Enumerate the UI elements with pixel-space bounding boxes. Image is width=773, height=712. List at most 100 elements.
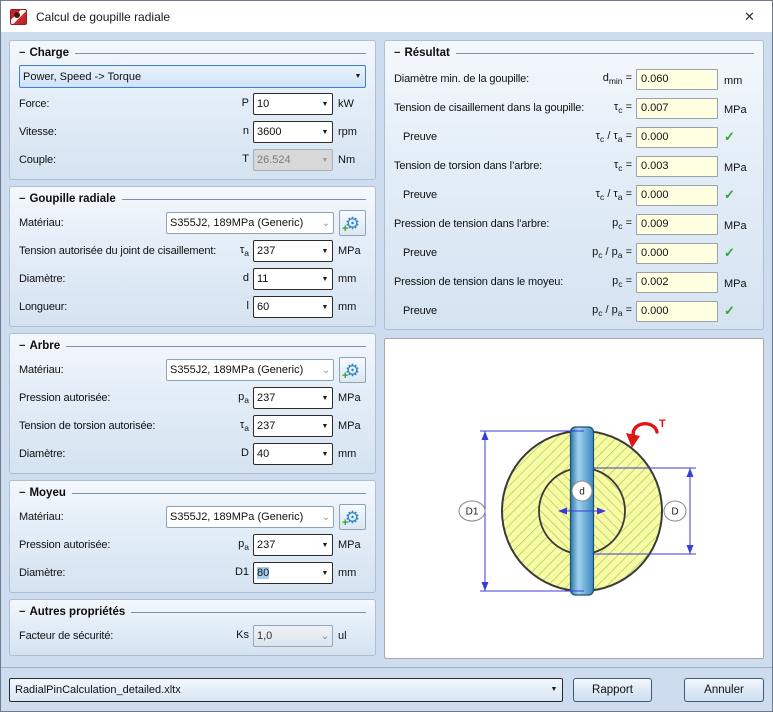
label-d: d (579, 486, 585, 497)
safety-factor-select[interactable]: 1,0 ⌄ (253, 625, 333, 647)
check-icon: ✓ (724, 129, 735, 144)
dropdown-arrow-icon: ▼ (318, 129, 332, 136)
result-row-proof-1: Preuve τc / τa = 0.000 ✓ (394, 126, 754, 148)
pin-length-input[interactable]: 60 ▼ (253, 296, 333, 318)
symbol: pa (238, 391, 249, 405)
hub-diameter-input[interactable]: 80 ▼ (253, 562, 333, 584)
result-row-pin-shear: Tension de cisaillement dans la goupille… (394, 97, 754, 119)
material-row: Matériau: S355J2, 189MPa (Generic) ⌄ ⚙ + (19, 358, 366, 382)
result-field: 0.000 (636, 127, 718, 148)
collapse-icon[interactable]: − (19, 487, 25, 499)
group-result: − Résultat Diamètre min. de la goupille:… (384, 40, 764, 330)
dropdown-arrow-icon: ▼ (318, 157, 332, 164)
label-D: D (671, 506, 678, 517)
symbol: n (243, 125, 249, 139)
check-icon: ✓ (724, 303, 735, 318)
pin-diagram: T D1 D d (388, 349, 760, 649)
symbol: τc / τa = (596, 188, 632, 202)
field-row-pin-length: Longueur: l 60 ▼ mm (19, 295, 366, 319)
group-title: Arbre (29, 340, 60, 352)
result-field: 0.009 (636, 214, 718, 235)
result-column: − Résultat Diamètre min. de la goupille:… (384, 40, 764, 659)
group-shaft-header: − Arbre (19, 338, 366, 354)
collapse-icon[interactable]: − (19, 193, 25, 205)
field-row-hub-pressure: Pression autorisée: pa 237 ▼ MPa (19, 533, 366, 557)
chevron-down-icon: ⌄ (319, 512, 333, 523)
symbol: D (241, 447, 249, 461)
hub-material-select[interactable]: S355J2, 189MPa (Generic) ⌄ (166, 506, 334, 528)
result-row-proof-3: Preuve pc / pa = 0.000 ✓ (394, 242, 754, 264)
pin-diagram-panel: T D1 D d (384, 338, 764, 659)
input-column: − Charge Power, Speed -> Torque ▼ Force:… (9, 40, 376, 659)
symbol: D1 (235, 566, 249, 580)
header-rule (66, 346, 366, 347)
symbol: τc / τa = (596, 130, 632, 144)
collapse-icon[interactable]: − (19, 47, 25, 59)
hub-allowed-pressure-input[interactable]: 237 ▼ (253, 534, 333, 556)
result-row-shaft-torsion: Tension de torsion dans l’arbre: τc = 0.… (394, 155, 754, 177)
header-rule (456, 53, 754, 54)
dropdown-arrow-icon: ▼ (318, 423, 332, 430)
group-other-properties: − Autres propriétés Facteur de sécurité:… (9, 599, 376, 656)
cancel-button[interactable]: Annuler (684, 678, 764, 702)
dialog-body: − Charge Power, Speed -> Torque ▼ Force:… (1, 32, 772, 667)
field-row-force: Force: P 10 ▼ kW (19, 92, 366, 116)
dropdown-arrow-icon: ▼ (318, 395, 332, 402)
group-pin: − Goupille radiale Matériau: S355J2, 189… (9, 186, 376, 327)
plus-icon: + (342, 371, 348, 382)
torque-input-disabled: 26.524 ▼ (253, 149, 333, 171)
header-rule (75, 53, 366, 54)
collapse-icon[interactable]: − (19, 340, 25, 352)
pin-material-editor-button[interactable]: ⚙ + (339, 210, 366, 236)
group-title: Goupille radiale (29, 193, 115, 205)
shaft-allowed-torsion-input[interactable]: 237 ▼ (253, 415, 333, 437)
selected-text: 80 (257, 567, 269, 579)
result-field: 0.003 (636, 156, 718, 177)
symbol: T (242, 153, 249, 167)
result-field: 0.002 (636, 272, 718, 293)
symbol: pc / pa = (592, 304, 632, 318)
shaft-allowed-pressure-input[interactable]: 237 ▼ (253, 387, 333, 409)
shaft-material-select[interactable]: S355J2, 189MPa (Generic) ⌄ (166, 359, 334, 381)
speed-input[interactable]: 3600 ▼ (253, 121, 333, 143)
plus-icon: + (342, 224, 348, 235)
load-type-select[interactable]: Power, Speed -> Torque ▼ (19, 65, 366, 88)
force-input[interactable]: 10 ▼ (253, 93, 333, 115)
collapse-icon[interactable]: − (394, 47, 400, 59)
radial-pin-calculation-dialog: Calcul de goupille radiale ✕ − Charge Po… (0, 0, 773, 712)
symbol: P (242, 97, 249, 111)
dropdown-arrow-icon: ▼ (318, 101, 332, 108)
symbol: τc = (614, 101, 632, 115)
pin-diameter-input[interactable]: 11 ▼ (253, 268, 333, 290)
symbol: pc = (612, 275, 632, 289)
result-field: 0.007 (636, 98, 718, 119)
hub-material-editor-button[interactable]: ⚙ + (339, 504, 366, 530)
chevron-down-icon: ⌄ (319, 365, 333, 376)
field-row-hub-diameter: Diamètre: D1 80 ▼ mm (19, 561, 366, 585)
app-icon (10, 9, 27, 25)
symbol: pa (238, 538, 249, 552)
field-row-shaft-diameter: Diamètre: D 40 ▼ mm (19, 442, 366, 466)
symbol: d (243, 272, 249, 286)
report-button[interactable]: Rapport (573, 678, 652, 702)
material-row: Matériau: S355J2, 189MPa (Generic) ⌄ ⚙ + (19, 211, 366, 235)
chevron-down-icon: ⌄ (318, 631, 332, 642)
template-file-select[interactable]: RadialPinCalculation_detailed.xltx ▼ (9, 678, 563, 702)
pin-material-select[interactable]: S355J2, 189MPa (Generic) ⌄ (166, 212, 334, 234)
close-icon[interactable]: ✕ (727, 1, 772, 32)
result-field: 0.000 (636, 301, 718, 322)
footer-bar: RadialPinCalculation_detailed.xltx ▼ Rap… (1, 667, 772, 711)
pin-allowed-shear-input[interactable]: 237 ▼ (253, 240, 333, 262)
field-row-shaft-torsion: Tension de torsion autorisée: τa 237 ▼ M… (19, 414, 366, 438)
collapse-icon[interactable]: − (19, 606, 25, 618)
dropdown-arrow-icon: ▼ (318, 276, 332, 283)
shaft-material-editor-button[interactable]: ⚙ + (339, 357, 366, 383)
shaft-diameter-input[interactable]: 40 ▼ (253, 443, 333, 465)
result-row-proof-2: Preuve τc / τa = 0.000 ✓ (394, 184, 754, 206)
group-charge-header: − Charge (19, 45, 366, 61)
group-pin-header: − Goupille radiale (19, 191, 366, 207)
dropdown-arrow-icon: ▼ (546, 686, 562, 693)
group-hub-header: − Moyeu (19, 485, 366, 501)
dropdown-arrow-icon: ▼ (318, 451, 332, 458)
group-title: Résultat (404, 47, 449, 59)
